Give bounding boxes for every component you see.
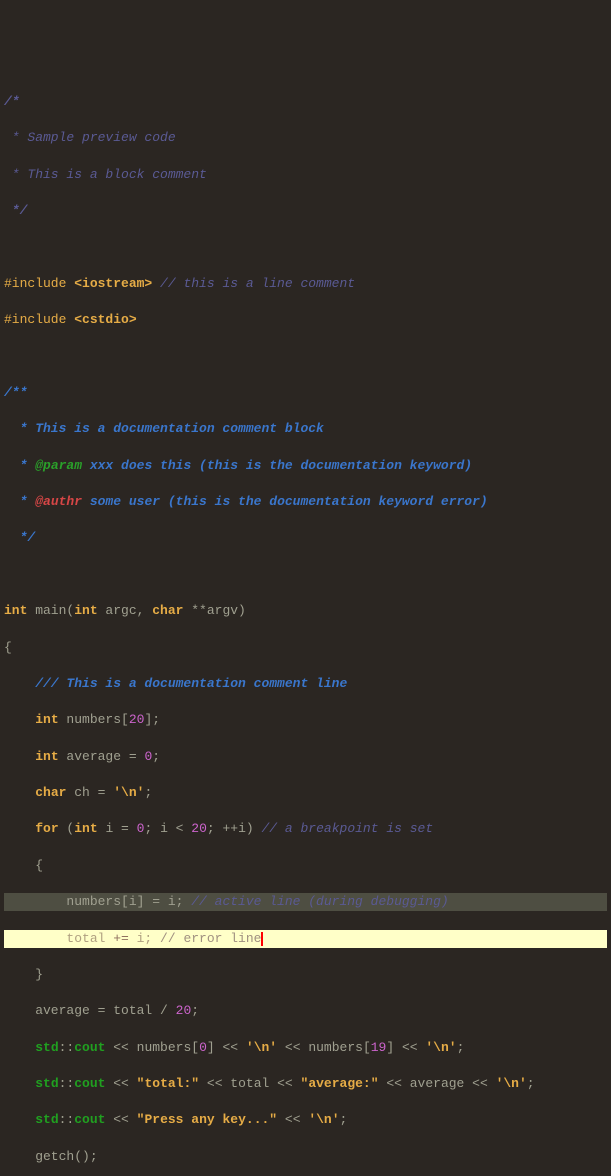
code-line: #include <iostream> // this is a line co… xyxy=(4,275,607,293)
code-line: { xyxy=(4,639,607,657)
code-line: * Sample preview code xyxy=(4,129,607,147)
code-line: * This is a block comment xyxy=(4,166,607,184)
code-line: /** xyxy=(4,384,607,402)
code-line xyxy=(4,348,607,366)
code-line: std::cout << "total:" << total << "avera… xyxy=(4,1075,607,1093)
code-editor[interactable]: /* * Sample preview code * This is a blo… xyxy=(0,73,611,1176)
code-line: #include <cstdio> xyxy=(4,311,607,329)
error-line: total += i; // error line xyxy=(4,930,607,948)
code-line xyxy=(4,238,607,256)
code-line: std::cout << "Press any key..." << '\n'; xyxy=(4,1111,607,1129)
code-line: * @authr some user (this is the document… xyxy=(4,493,607,511)
code-line: * This is a documentation comment block xyxy=(4,420,607,438)
code-line: getch(); xyxy=(4,1148,607,1166)
code-line: */ xyxy=(4,202,607,220)
code-line: */ xyxy=(4,529,607,547)
code-line: { xyxy=(4,857,607,875)
code-line: char ch = '\n'; xyxy=(4,784,607,802)
code-line: average = total / 20; xyxy=(4,1002,607,1020)
code-line: } xyxy=(4,966,607,984)
active-debug-line: numbers[i] = i; // active line (during d… xyxy=(4,893,607,911)
code-line xyxy=(4,566,607,584)
code-line: int numbers[20]; xyxy=(4,711,607,729)
code-line: /// This is a documentation comment line xyxy=(4,675,607,693)
code-line: /* xyxy=(4,93,607,111)
code-line: std::cout << numbers[0] << '\n' << numbe… xyxy=(4,1039,607,1057)
code-line: int average = 0; xyxy=(4,748,607,766)
code-line: for (int i = 0; i < 20; ++i) // a breakp… xyxy=(4,820,607,838)
code-line: * @param xxx does this (this is the docu… xyxy=(4,457,607,475)
code-line: int main(int argc, char **argv) xyxy=(4,602,607,620)
text-cursor xyxy=(261,932,263,946)
